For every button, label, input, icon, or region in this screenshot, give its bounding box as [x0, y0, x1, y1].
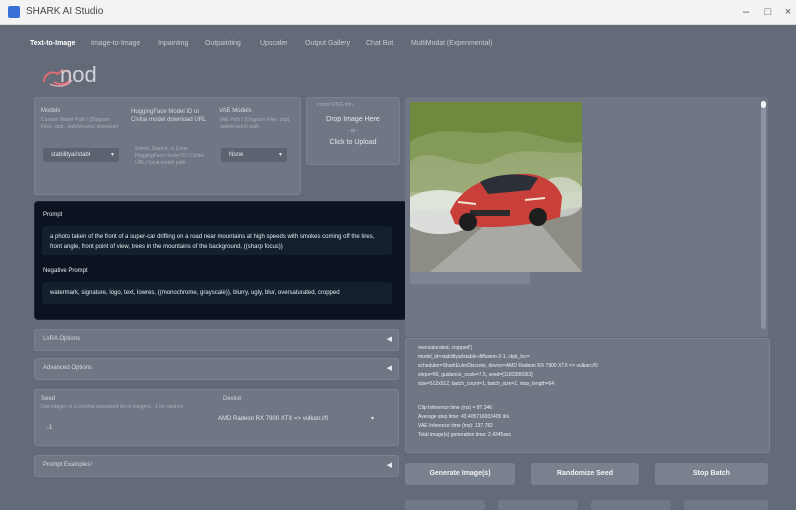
- tab-image-to-image[interactable]: Image-to-Image: [91, 40, 140, 47]
- models-help: Custom Model Path / (Diagram Files .ckpt…: [41, 117, 118, 130]
- png-import-label: Import PNG info: [317, 102, 353, 108]
- chevron-down-icon: ▾: [110, 152, 114, 158]
- seed-label: Seed: [41, 396, 56, 402]
- vae-label: VAE Models: [219, 108, 252, 114]
- brand-name: nod: [60, 62, 97, 87]
- hf-model-input[interactable]: Select, Search, or Enter HuggingFace mod…: [135, 146, 213, 167]
- info-line: Total image(s) generation time: 2.4345se…: [418, 432, 512, 438]
- info-line: oversaturated, cropped']: [418, 345, 472, 351]
- lora-options-label: LoRA Options: [43, 336, 81, 342]
- info-line: model_id=stabilityai/stable-diffusion-2-…: [418, 354, 530, 360]
- seed-help: Use integer or a comma-separated list of…: [41, 404, 184, 410]
- tab-chat-bot[interactable]: Chat Bot: [366, 40, 393, 47]
- vae-selected: None: [229, 152, 244, 158]
- prompt-examples-accordion[interactable]: Prompt Examples! ◀: [34, 455, 399, 477]
- info-line: steps=50, guidance_scale=7.5, seed=[1183…: [418, 372, 533, 378]
- send-to-button[interactable]: [684, 500, 768, 510]
- tab-upscaler[interactable]: Upscaler: [260, 40, 288, 47]
- negative-prompt-label: Negative Prompt: [43, 268, 88, 274]
- chevron-down-icon: ▾: [370, 416, 374, 422]
- caret-left-icon: ◀: [386, 462, 392, 469]
- prompt-input[interactable]: a photo taken of the front of a super-ca…: [42, 226, 392, 255]
- generated-image[interactable]: [410, 102, 582, 272]
- models-selected: stabilityai/stabl: [51, 152, 91, 158]
- car-drifting-image: [410, 102, 582, 272]
- window-title: SHARK AI Studio: [26, 6, 104, 17]
- minimize-button[interactable]: –: [738, 4, 754, 20]
- seed-device-panel: Seed Use integer or a comma-separated li…: [34, 389, 399, 446]
- randomize-seed-button[interactable]: Randomize Seed: [531, 463, 639, 485]
- hf-model-label: HuggingFace Model ID or Civitai model do…: [131, 109, 207, 123]
- click-upload-text: Click to Upload: [329, 139, 377, 146]
- send-to-button[interactable]: [591, 500, 671, 510]
- app-icon: [8, 6, 20, 18]
- device-selected: AMD Radeon RX 7900 XTX => vulkan://0: [218, 416, 329, 422]
- prompt-section: Prompt a photo taken of the front of a s…: [34, 201, 407, 320]
- negative-prompt-input[interactable]: watermark, signature, logo, text, lowres…: [42, 282, 392, 304]
- tab-outpainting[interactable]: Outpainting: [205, 40, 241, 47]
- generation-info-panel: oversaturated, cropped'] model_id=stabil…: [405, 338, 770, 453]
- advanced-options-label: Advanced Options: [43, 365, 93, 371]
- seed-input[interactable]: -1: [47, 425, 52, 431]
- send-to-button[interactable]: [405, 500, 485, 510]
- model-settings-panel: Models Custom Model Path / (Diagram File…: [34, 97, 301, 195]
- maximize-button[interactable]: □: [760, 4, 776, 20]
- tab-inpainting[interactable]: Inpainting: [158, 40, 188, 47]
- caret-left-icon: ◀: [386, 365, 392, 372]
- or-text: - or -: [347, 128, 359, 134]
- drop-image-text: Drop Image Here: [326, 116, 380, 123]
- info-line: scheduler=SharkEulerDiscrete, device=AMD…: [418, 363, 598, 369]
- info-line: Average step time: 43.405716033405 it/s: [418, 414, 510, 420]
- tab-multimodal[interactable]: MultiModal (Experimental): [411, 40, 492, 47]
- png-import-dropzone[interactable]: Import PNG info Drop Image Here - or - C…: [306, 97, 400, 165]
- send-to-button[interactable]: [498, 500, 578, 510]
- device-label: Device: [223, 396, 242, 402]
- stop-batch-button[interactable]: Stop Batch: [655, 463, 768, 485]
- prompt-label: Prompt: [43, 212, 63, 218]
- caret-left-icon: ◀: [386, 336, 392, 343]
- advanced-options-accordion[interactable]: Advanced Options ◀: [34, 358, 399, 380]
- prompt-examples-label: Prompt Examples!: [43, 462, 93, 468]
- window-titlebar: SHARK AI Studio – □ ×: [0, 0, 796, 25]
- chevron-down-icon: ▾: [278, 152, 282, 158]
- models-dropdown[interactable]: stabilityai/stabl ▾: [43, 148, 119, 162]
- gallery-scrollbar[interactable]: [761, 101, 766, 329]
- info-line: size=512x512, batch_count=1, batch_size=…: [418, 381, 555, 387]
- info-line: VAE Inference time (ms): 137.782: [418, 423, 493, 429]
- close-button[interactable]: ×: [780, 4, 796, 20]
- vae-help: VAE Path / (Diagram Files .ckpt, .safete…: [219, 117, 291, 130]
- scrollbar-thumb[interactable]: [761, 101, 766, 108]
- device-dropdown[interactable]: AMD Radeon RX 7900 XTX => vulkan://0 ▾: [210, 412, 378, 426]
- generate-button[interactable]: Generate Image(s): [405, 463, 515, 485]
- tab-text-to-image[interactable]: Text-to-Image: [30, 40, 75, 47]
- lora-options-accordion[interactable]: LoRA Options ◀: [34, 329, 399, 351]
- models-label: Models: [41, 108, 61, 114]
- tab-output-gallery[interactable]: Output Gallery: [305, 40, 350, 47]
- image-caption-bar: [410, 272, 530, 284]
- info-line: Clip Inference time (ms) = 87.346: [418, 405, 493, 411]
- vae-dropdown[interactable]: None ▾: [221, 148, 287, 162]
